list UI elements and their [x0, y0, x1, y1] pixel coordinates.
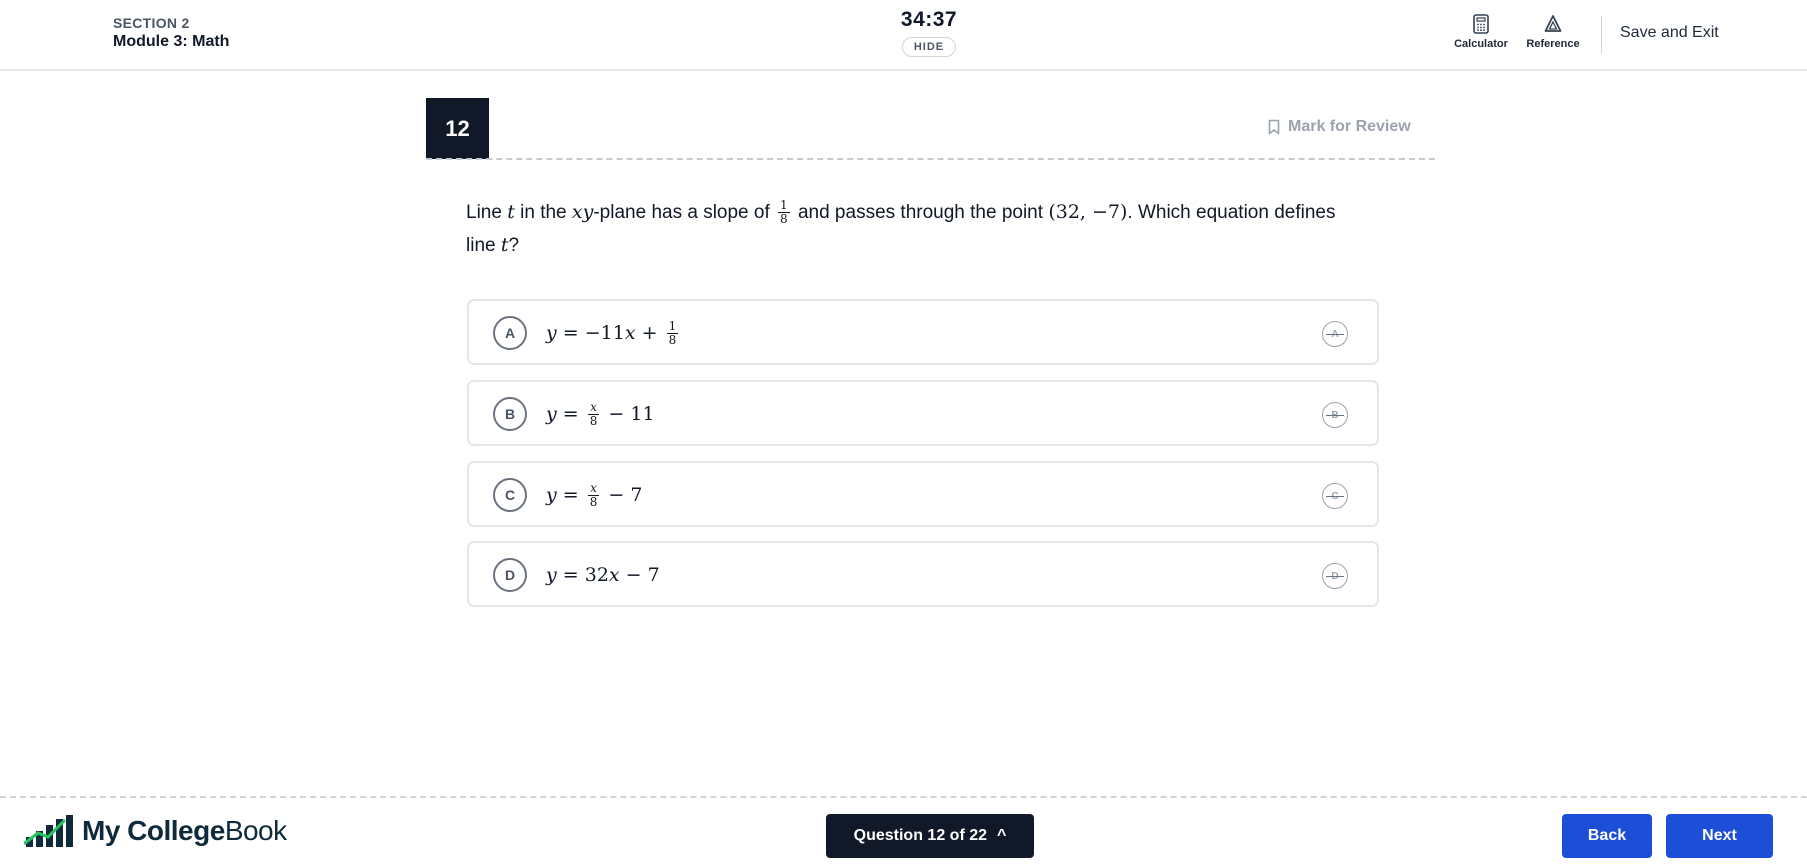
fraction-denominator: 8: [589, 494, 598, 509]
eq-var-y: y: [546, 564, 557, 586]
mark-for-review-label: Mark for Review: [1288, 118, 1411, 135]
eq-fraction: x8: [588, 480, 600, 509]
fraction-numerator: 1: [778, 198, 790, 214]
eq-var-y: y: [546, 403, 557, 425]
choice-letter-a: A: [493, 316, 527, 350]
eliminate-choice-b-button[interactable]: B: [1322, 402, 1348, 428]
choice-equation-a: y = −11 x + 18: [546, 319, 681, 347]
reference-label: Reference: [1526, 38, 1580, 50]
question-header-divider: [426, 158, 1435, 160]
choice-letter-c: C: [493, 478, 527, 512]
choice-letter-d: D: [493, 558, 527, 592]
stem-var-t: t: [500, 234, 509, 256]
stem-text: in the: [514, 202, 572, 223]
eq-text: = −11: [556, 322, 625, 344]
caret-up-icon: ^: [997, 827, 1007, 844]
module-label: Module 3: Math: [113, 33, 230, 50]
calculator-icon: [1473, 14, 1489, 34]
next-button[interactable]: Next: [1666, 814, 1773, 858]
stem-text: and passes through the point: [792, 202, 1049, 223]
eq-text: − 7: [619, 564, 660, 586]
stem-point: (32, −7): [1048, 201, 1128, 223]
question-number-badge: 12: [426, 98, 489, 159]
choice-letter-b: B: [493, 397, 527, 431]
eq-var-x: x: [624, 322, 636, 344]
stem-text: Line: [466, 202, 508, 223]
eq-fraction: x8: [588, 399, 600, 428]
fraction-denominator: 8: [589, 413, 598, 428]
header-divider: [1601, 16, 1602, 54]
question-navigator-label: Question 12 of 22: [853, 827, 988, 844]
reference-icon: [1544, 15, 1562, 32]
answer-choice-d[interactable]: D y = 32 x − 7 D: [467, 541, 1379, 607]
eq-text: =: [556, 484, 585, 506]
bar-chart-logo-icon: [24, 815, 73, 847]
slope-fraction: 18: [778, 199, 790, 226]
section-info: SECTION 2 Module 3: Math: [113, 15, 229, 51]
answer-choice-c[interactable]: C y = x8 − 7 C: [467, 461, 1379, 527]
logo-text-light: Book: [224, 815, 287, 846]
calculator-button[interactable]: Calculator: [1448, 14, 1514, 50]
choice-equation-b: y = x8 − 11: [546, 400, 655, 428]
eliminate-choice-d-button[interactable]: D: [1322, 563, 1348, 589]
fraction-denominator: 8: [668, 332, 677, 347]
choice-equation-c: y = x8 − 7: [546, 481, 642, 509]
timer-area: 34:37 HIDE: [854, 8, 1004, 57]
bottom-footer: My CollegeBook Question 12 of 22 ^ Back …: [0, 796, 1807, 864]
stem-var-xy: xy: [571, 201, 594, 223]
logo: My CollegeBook: [24, 813, 287, 849]
logo-text-bold: My College: [82, 815, 225, 846]
question-stem: Line t in the xy-plane has a slope of 18…: [466, 196, 1366, 262]
fraction-numerator: 1: [666, 318, 679, 334]
eq-text: +: [635, 322, 664, 344]
back-button[interactable]: Back: [1562, 814, 1652, 858]
eq-text: − 7: [602, 484, 643, 506]
countdown-timer: 34:37: [900, 8, 958, 31]
save-and-exit-button[interactable]: Save and Exit: [1620, 24, 1719, 42]
stem-var-t: t: [507, 201, 515, 223]
top-header: SECTION 2 Module 3: Math 34:37 HIDE Calc…: [0, 0, 1807, 71]
eq-var-x: x: [608, 564, 620, 586]
eliminate-choice-a-button[interactable]: A: [1322, 321, 1348, 347]
eq-text: − 11: [602, 403, 655, 425]
mark-for-review-button[interactable]: Mark for Review: [1268, 118, 1411, 136]
logo-text: My CollegeBook: [82, 815, 287, 847]
eq-fraction: 18: [666, 318, 679, 347]
eliminate-choice-c-button[interactable]: C: [1322, 483, 1348, 509]
choice-equation-d: y = 32 x − 7: [546, 561, 660, 589]
answer-choice-a[interactable]: A y = −11 x + 18 A: [467, 299, 1379, 365]
calculator-label: Calculator: [1454, 38, 1508, 50]
section-label: SECTION 2: [113, 15, 190, 31]
fraction-denominator: 8: [780, 212, 788, 227]
eq-text: = 32: [556, 564, 609, 586]
eq-text: =: [556, 403, 585, 425]
bookmark-icon: [1268, 119, 1280, 135]
question-navigator-button[interactable]: Question 12 of 22 ^: [826, 814, 1034, 858]
answer-choice-b[interactable]: B y = x8 − 11 B: [467, 380, 1379, 446]
fraction-numerator: x: [588, 480, 599, 496]
fraction-numerator: x: [588, 399, 599, 415]
reference-button[interactable]: Reference: [1518, 14, 1588, 50]
eq-var-y: y: [546, 484, 557, 506]
eq-var-y: y: [546, 322, 557, 344]
hide-timer-button[interactable]: HIDE: [901, 37, 957, 57]
stem-text: ?: [508, 235, 520, 256]
stem-text: -plane has a slope of: [593, 202, 776, 223]
